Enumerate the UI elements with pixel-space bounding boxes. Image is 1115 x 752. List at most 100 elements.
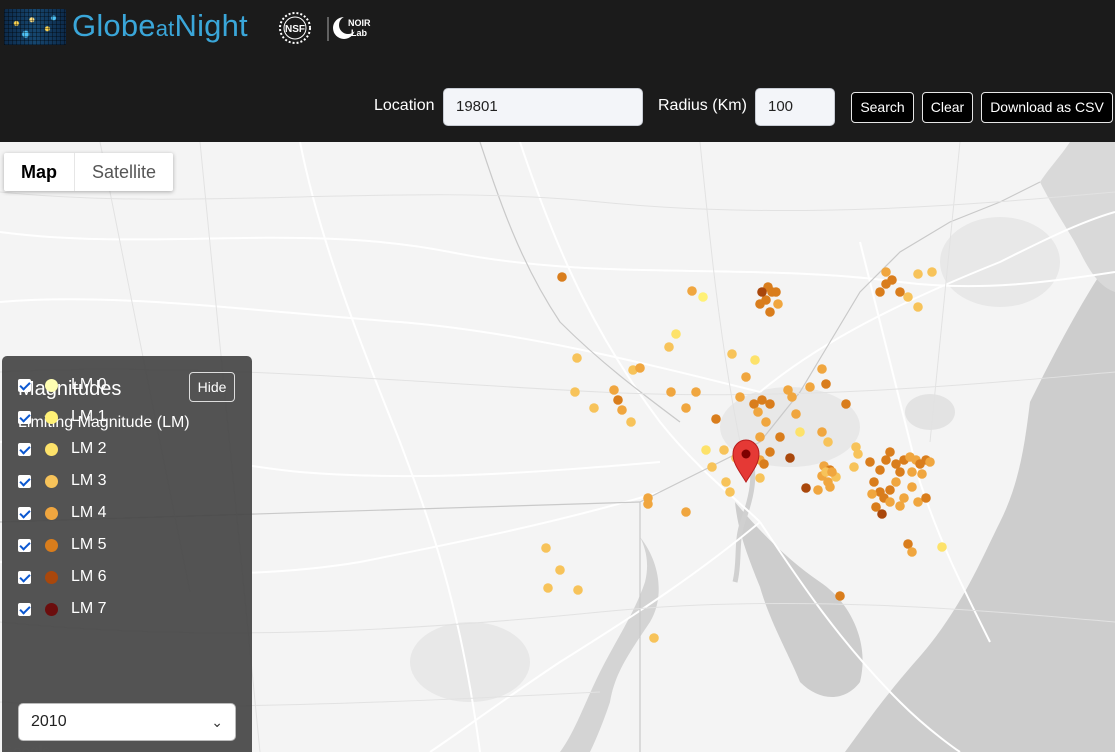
observation-point[interactable] xyxy=(761,417,771,427)
observation-point[interactable] xyxy=(649,633,659,643)
observation-point[interactable] xyxy=(867,489,877,499)
observation-point[interactable] xyxy=(937,542,947,552)
observation-point[interactable] xyxy=(573,585,583,595)
observation-point[interactable] xyxy=(701,445,711,455)
observation-point[interactable] xyxy=(666,387,676,397)
observation-point[interactable] xyxy=(721,477,731,487)
observation-point[interactable] xyxy=(849,462,859,472)
observation-point[interactable] xyxy=(727,349,737,359)
lm-6-checkbox[interactable] xyxy=(18,571,31,584)
lm-3-checkbox[interactable] xyxy=(18,475,31,488)
observation-point[interactable] xyxy=(681,507,691,517)
observation-point[interactable] xyxy=(543,583,553,593)
observation-point[interactable] xyxy=(741,372,751,382)
nsf-logo-icon[interactable]: NSF xyxy=(278,11,312,45)
observation-point[interactable] xyxy=(805,382,815,392)
observation-point[interactable] xyxy=(865,457,875,467)
map-pin-icon[interactable] xyxy=(732,439,760,483)
observation-point[interactable] xyxy=(817,364,827,374)
observation-point[interactable] xyxy=(681,403,691,413)
observation-point[interactable] xyxy=(765,447,775,457)
observation-point[interactable] xyxy=(917,469,927,479)
map-type-map-button[interactable]: Map xyxy=(4,153,74,191)
observation-point[interactable] xyxy=(775,432,785,442)
observation-point[interactable] xyxy=(750,355,760,365)
observation-point[interactable] xyxy=(555,565,565,575)
observation-point[interactable] xyxy=(823,437,833,447)
noirlab-logo-icon[interactable]: NOIR Lab xyxy=(324,11,376,45)
observation-point[interactable] xyxy=(735,392,745,402)
observation-point[interactable] xyxy=(765,399,775,409)
observation-point[interactable] xyxy=(827,467,837,477)
observation-point[interactable] xyxy=(719,445,729,455)
observation-point[interactable] xyxy=(891,477,901,487)
observation-point[interactable] xyxy=(813,485,823,495)
observation-point[interactable] xyxy=(913,269,923,279)
observation-point[interactable] xyxy=(698,292,708,302)
observation-point[interactable] xyxy=(907,467,917,477)
observation-point[interactable] xyxy=(711,414,721,424)
observation-point[interactable] xyxy=(895,287,905,297)
observation-point[interactable] xyxy=(841,399,851,409)
observation-point[interactable] xyxy=(907,547,917,557)
observation-point[interactable] xyxy=(885,485,895,495)
observation-point[interactable] xyxy=(801,483,811,493)
observation-point[interactable] xyxy=(755,473,765,483)
year-select[interactable]: 2010 ⌄ xyxy=(18,703,236,741)
observation-point[interactable] xyxy=(885,497,895,507)
observation-point[interactable] xyxy=(613,395,623,405)
observation-point[interactable] xyxy=(572,353,582,363)
observation-point[interactable] xyxy=(895,501,905,511)
clear-button[interactable]: Clear xyxy=(922,92,973,123)
observation-point[interactable] xyxy=(787,392,797,402)
observation-point[interactable] xyxy=(881,279,891,289)
observation-point[interactable] xyxy=(771,287,781,297)
observation-point[interactable] xyxy=(895,467,905,477)
observation-point[interactable] xyxy=(921,493,931,503)
observation-point[interactable] xyxy=(903,292,913,302)
observation-point[interactable] xyxy=(773,299,783,309)
observation-point[interactable] xyxy=(589,403,599,413)
lm-2-checkbox[interactable] xyxy=(18,443,31,456)
observation-point[interactable] xyxy=(671,329,681,339)
observation-point[interactable] xyxy=(875,287,885,297)
location-input[interactable]: 19801 xyxy=(443,88,643,126)
observation-point[interactable] xyxy=(541,543,551,553)
download-csv-button[interactable]: Download as CSV xyxy=(981,92,1113,123)
observation-point[interactable] xyxy=(753,407,763,417)
observation-point[interactable] xyxy=(557,272,567,282)
observation-point[interactable] xyxy=(759,459,769,469)
observation-point[interactable] xyxy=(609,385,619,395)
observation-point[interactable] xyxy=(707,462,717,472)
search-button[interactable]: Search xyxy=(851,92,914,123)
observation-point[interactable] xyxy=(907,482,917,492)
radius-input[interactable]: 100 xyxy=(755,88,835,126)
observation-point[interactable] xyxy=(821,379,831,389)
observation-point[interactable] xyxy=(664,342,674,352)
observation-point[interactable] xyxy=(885,447,895,457)
site-title[interactable]: GlobeatNight xyxy=(72,8,248,44)
observation-point[interactable] xyxy=(871,502,881,512)
observation-point[interactable] xyxy=(570,387,580,397)
observation-point[interactable] xyxy=(881,267,891,277)
observation-point[interactable] xyxy=(755,432,765,442)
observation-point[interactable] xyxy=(635,363,645,373)
lm-5-checkbox[interactable] xyxy=(18,539,31,552)
observation-point[interactable] xyxy=(785,453,795,463)
legend-hide-button[interactable]: Hide xyxy=(189,372,235,402)
observation-point[interactable] xyxy=(617,405,627,415)
observation-point[interactable] xyxy=(853,449,863,459)
observation-point[interactable] xyxy=(925,457,935,467)
globe-logo-icon[interactable] xyxy=(4,9,66,45)
lm-0-checkbox[interactable] xyxy=(18,379,31,392)
observation-point[interactable] xyxy=(795,427,805,437)
lm-4-checkbox[interactable] xyxy=(18,507,31,520)
observation-point[interactable] xyxy=(913,302,923,312)
observation-point[interactable] xyxy=(687,286,697,296)
map-canvas[interactable]: Map Satellite Magnitudes Hide Limiting M… xyxy=(0,142,1115,752)
observation-point[interactable] xyxy=(691,387,701,397)
observation-point[interactable] xyxy=(875,465,885,475)
observation-point[interactable] xyxy=(869,477,879,487)
observation-point[interactable] xyxy=(757,287,767,297)
map-type-satellite-button[interactable]: Satellite xyxy=(74,153,173,191)
